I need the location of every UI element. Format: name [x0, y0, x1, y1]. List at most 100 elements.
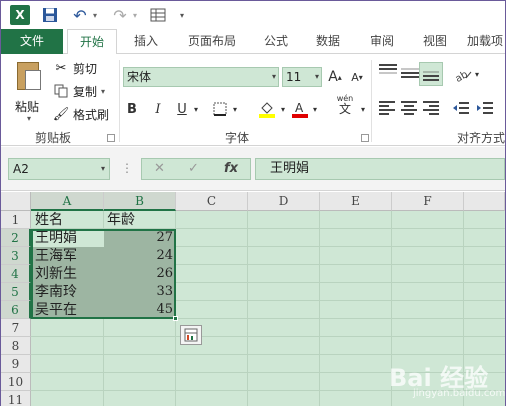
row-header[interactable]: 7	[1, 319, 31, 337]
redo-icon[interactable]: ↷	[111, 5, 129, 25]
tab-home[interactable]: 开始	[67, 29, 117, 55]
align-center-icon[interactable]	[401, 101, 419, 115]
cancel-icon[interactable]: ✕	[154, 161, 165, 176]
form-icon[interactable]	[149, 5, 167, 25]
borders-dropdown-icon[interactable]: ▾	[230, 99, 240, 119]
row-header[interactable]: 2	[1, 229, 31, 247]
tab-insert[interactable]: 插入	[125, 29, 167, 54]
column-header-b[interactable]: B	[104, 192, 176, 211]
redo-dropdown-icon[interactable]: ▾	[130, 5, 140, 25]
tab-review[interactable]: 审阅	[361, 29, 403, 54]
bold-button[interactable]: B	[125, 99, 139, 119]
cell-b6[interactable]: 45	[104, 301, 176, 319]
tab-formulas[interactable]: 公式	[255, 29, 297, 54]
cell-b4[interactable]: 26	[104, 265, 176, 283]
select-all-corner[interactable]	[1, 192, 31, 211]
more-icon[interactable]: ⋮	[121, 161, 133, 175]
font-color-button[interactable]: A	[291, 99, 309, 119]
cell-a2[interactable]: 王明娟	[32, 229, 104, 247]
customize-qat-icon[interactable]: ▾	[176, 5, 188, 25]
copy-dropdown-icon[interactable]: ▾	[101, 87, 105, 96]
ribbon: 粘贴 ▾ ✂ 剪切 复制 ▾ 🖌 格式刷 剪贴板 宋体 ▾ 11 ▾ A ▴ A ▾…	[1, 54, 505, 146]
align-top-icon[interactable]	[379, 64, 397, 78]
cell-a3[interactable]: 王海军	[32, 247, 104, 265]
fill-color-button[interactable]	[257, 99, 277, 119]
copy-button[interactable]: 复制 ▾	[53, 82, 105, 100]
undo-dropdown-icon[interactable]: ▾	[90, 5, 100, 25]
tab-view[interactable]: 视图	[414, 29, 456, 54]
cell-a6[interactable]: 吴平在	[32, 301, 104, 319]
row-header[interactable]: 8	[1, 337, 31, 355]
borders-button[interactable]	[211, 99, 229, 119]
align-middle-icon[interactable]	[401, 68, 419, 82]
column-header-e[interactable]: E	[320, 192, 392, 211]
underline-button[interactable]: U	[175, 99, 189, 119]
column-header-d[interactable]: D	[248, 192, 320, 211]
font-launcher-icon[interactable]	[361, 134, 369, 142]
column-header-f[interactable]: F	[392, 192, 464, 211]
row-header[interactable]: 4	[1, 265, 31, 283]
paste-dropdown-icon[interactable]: ▾	[27, 114, 31, 123]
row-header[interactable]: 3	[1, 247, 31, 265]
align-right-icon[interactable]	[423, 101, 441, 115]
font-name-select[interactable]: 宋体 ▾	[123, 67, 279, 87]
cell-b5[interactable]: 33	[104, 283, 176, 301]
align-bottom-button[interactable]	[419, 62, 443, 86]
clipboard-launcher-icon[interactable]	[107, 134, 115, 142]
row-header[interactable]: 9	[1, 355, 31, 373]
column-header-g[interactable]	[464, 192, 505, 211]
tab-page-layout[interactable]: 页面布局	[179, 29, 245, 54]
row-header[interactable]: 5	[1, 283, 31, 301]
tab-data[interactable]: 数据	[307, 29, 349, 54]
cell-b1[interactable]: 年龄	[104, 211, 176, 229]
format-painter-button[interactable]: 🖌 格式刷	[53, 105, 109, 123]
format-painter-label: 格式刷	[73, 107, 110, 122]
cell-a4[interactable]: 刘新生	[32, 265, 104, 283]
row-header[interactable]: 10	[1, 373, 31, 391]
increase-indent-icon[interactable]	[475, 98, 495, 118]
name-box[interactable]: A2 ▾	[8, 158, 110, 180]
fill-color-dropdown-icon[interactable]: ▾	[278, 99, 288, 119]
borders-icon	[213, 102, 227, 116]
cut-label: 剪切	[73, 61, 98, 76]
column-header-c[interactable]: C	[176, 192, 248, 211]
underline-dropdown-icon[interactable]: ▾	[191, 99, 201, 119]
cell-b2[interactable]: 27	[104, 229, 176, 247]
chevron-down-icon: ▾	[314, 72, 319, 81]
row-header[interactable]: 11	[1, 391, 31, 406]
paste-button[interactable]: 粘贴 ▾	[11, 60, 47, 123]
orientation-dropdown-icon[interactable]: ▾	[472, 64, 482, 84]
align-left-icon[interactable]	[379, 101, 397, 115]
decrease-indent-icon[interactable]	[451, 98, 471, 118]
phonetic-button[interactable]: wén 文	[333, 94, 357, 115]
quick-analysis-icon	[184, 328, 198, 342]
font-color-dropdown-icon[interactable]: ▾	[310, 99, 320, 119]
formula-input[interactable]: 王明娟	[255, 158, 505, 180]
enter-icon[interactable]: ✓	[188, 161, 199, 176]
quick-analysis-button[interactable]	[180, 325, 202, 345]
quick-access-toolbar: X ↶ ▾ ↷ ▾ ▾	[1, 1, 505, 29]
group-separator	[371, 60, 372, 142]
italic-button[interactable]: I	[151, 99, 165, 119]
tab-file[interactable]: 文件	[1, 29, 63, 54]
tab-addins[interactable]: 加载项	[467, 29, 506, 54]
undo-icon[interactable]: ↶	[71, 5, 89, 25]
row-header[interactable]: 6	[1, 301, 31, 319]
shrink-font-button[interactable]: A ▾	[348, 67, 366, 87]
column-header-a[interactable]: A	[31, 192, 104, 211]
phonetic-dropdown-icon[interactable]: ▾	[358, 99, 368, 119]
save-icon[interactable]	[41, 5, 59, 25]
cut-button[interactable]: ✂ 剪切	[53, 59, 97, 77]
cell-b3[interactable]: 24	[104, 247, 176, 265]
row-header[interactable]: 1	[1, 211, 31, 229]
orientation-icon[interactable]: ab	[453, 64, 473, 84]
worksheet-grid[interactable]: A B C D E F 1 2 3 4 5 6 7 8 9 10 11 姓名 年…	[1, 192, 505, 406]
cell-a1[interactable]: 姓名	[32, 211, 104, 229]
grow-font-button[interactable]: A ▴	[326, 67, 344, 87]
align-bottom-icon	[423, 71, 441, 85]
gridline	[319, 211, 320, 406]
cell-a5[interactable]: 李南玲	[32, 283, 104, 301]
font-size-select[interactable]: 11 ▾	[282, 67, 322, 87]
excel-logo-icon: X	[10, 5, 30, 25]
insert-function-icon[interactable]: fx	[224, 161, 238, 176]
